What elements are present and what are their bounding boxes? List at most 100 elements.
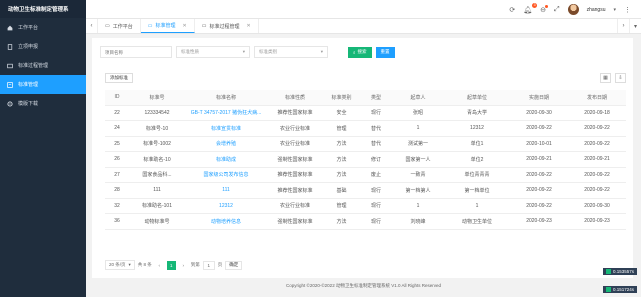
standard-name-link[interactable]: 标准宣贯标准 <box>185 120 267 137</box>
lock-icon[interactable]: ⊖ <box>540 4 548 14</box>
columns-icon[interactable]: ▦ <box>600 73 611 83</box>
tab-standard-management[interactable]: ▭ 标准管理 ✕ <box>140 19 195 33</box>
tab-process-management[interactable]: ▭ 标准过程管理 ✕ <box>195 19 259 33</box>
avatar[interactable] <box>567 4 579 15</box>
project-name-input[interactable] <box>100 46 172 58</box>
table-cell: 2020-09-30 <box>568 198 626 214</box>
column-header[interactable]: 标准名称 <box>185 90 267 106</box>
table-cell: 单位1 <box>444 136 510 152</box>
search-icon: ⌕ <box>353 49 356 55</box>
column-header[interactable]: 标准性质 <box>267 90 323 106</box>
column-header[interactable]: ID <box>105 90 129 106</box>
table-cell: 动物卫生单位 <box>444 213 510 230</box>
category-select[interactable]: 标准类别 ▾ <box>254 46 328 58</box>
sidebar-item-template-download[interactable]: 模版下载 <box>0 94 86 113</box>
user-name[interactable]: zhangsu <box>587 7 606 13</box>
table-cell: 国家第一人 <box>392 151 444 168</box>
table-body: 22 123334542 GB-T 34757-2017 猪伪狂犬病... 推荐性国家… <box>105 105 626 230</box>
monitor-icon: ▭ <box>147 22 153 29</box>
standard-name-link[interactable]: 国家级公司发布信息 <box>185 167 267 183</box>
table-cell: 2020-09-22 <box>510 167 568 183</box>
tab-scroll-right-button[interactable]: › <box>617 19 629 33</box>
more-icon[interactable]: ⋮ <box>624 6 631 14</box>
nature-select[interactable]: 标准性质 ▾ <box>176 46 250 58</box>
close-icon[interactable]: ✕ <box>183 23 187 29</box>
table-cell: 管理 <box>323 120 360 137</box>
tab-label: 标准过程管理 <box>209 23 240 30</box>
standard-name-link[interactable]: 动物培养信息 <box>185 213 267 230</box>
goto-label: 到第 <box>190 262 200 267</box>
column-header[interactable]: 类型 <box>360 90 392 106</box>
file-icon <box>7 43 13 50</box>
sidebar-item-label: 工作平台 <box>18 25 39 31</box>
tab-workbench[interactable]: ▭ 工作平台 <box>98 19 141 33</box>
standard-name-link[interactable]: 标准助成 <box>185 151 267 168</box>
column-header[interactable]: 发布日期 <box>568 90 626 106</box>
tab-menu-button[interactable]: ▾ <box>629 19 641 33</box>
tab-label: 标准管理 <box>155 23 176 29</box>
table-row[interactable]: 26 标准助名-10 标准助成 强制性国家标准 方法 修订 国家第一人 单位2 2020-09-… <box>105 151 626 168</box>
table-row[interactable]: 24 标准号-10 标准宣贯标准 农业行业标准 管理 替代 1 12312 2020-09-22… <box>105 120 626 137</box>
column-header[interactable]: 起草人 <box>392 90 444 106</box>
export-icon[interactable]: ⇩ <box>615 73 626 83</box>
table-cell: 一致青 <box>392 167 444 183</box>
table-cell: 1 <box>444 198 510 214</box>
standard-name-link[interactable]: 12312 <box>185 198 267 214</box>
prev-page-button[interactable]: ‹ <box>155 261 164 270</box>
table-row[interactable]: 27 国家食品科... 国家级公司发布信息 推荐性国家标准 方法 废止 一致青 单位青青青 20… <box>105 167 626 183</box>
table-cell: 111 <box>129 182 185 199</box>
page-size-select[interactable]: 20 条/页 ▾ <box>105 260 135 270</box>
table-row[interactable]: 28 111 111 推荐性国家标准 基础 现行 第一档第人 第一档单位 2020-09-22 2… <box>105 182 626 199</box>
table-row[interactable]: 22 123334542 GB-T 34757-2017 猪伪狂犬病... 推荐性国家… <box>105 105 626 121</box>
select-placeholder: 标准性质 <box>181 49 199 54</box>
chevron-down-icon[interactable]: ▾ <box>613 7 616 13</box>
table-cell: 123334542 <box>129 105 185 121</box>
gear-icon <box>7 100 13 107</box>
table-cell: 推荐性国家标准 <box>267 167 323 183</box>
chevron-down-icon: ▾ <box>128 262 131 267</box>
column-header[interactable]: 实施日期 <box>510 90 568 106</box>
table-cell: 1 <box>392 120 444 137</box>
table-row[interactable]: 36 动物标准号 动物培养信息 强制性国家标准 方法 现行 刘晓峰 动物卫生单位 2020-09… <box>105 213 626 230</box>
table-cell: 标准号-1002 <box>129 136 185 152</box>
app-title: 动物卫生标准制定管理系 <box>0 0 86 18</box>
table-cell: 农业行业标准 <box>267 198 323 214</box>
filter-bar: 标准性质 ▾ 标准类别 ▾ ⌕ 搜索 重置 <box>100 46 395 58</box>
sidebar-item-label: 模版下载 <box>18 101 39 107</box>
column-header[interactable]: 起草单位 <box>444 90 510 106</box>
sidebar-item-project-apply[interactable]: 立项申报 <box>0 37 86 56</box>
tab-scroll-left-button[interactable]: ‹ <box>86 19 98 33</box>
next-page-button[interactable]: › <box>179 261 188 270</box>
search-button[interactable]: ⌕ 搜索 <box>348 46 372 58</box>
debug-timer[interactable]: 0.153557s <box>602 268 637 275</box>
table-cell: 废止 <box>360 167 392 183</box>
table-cell: 标准号-10 <box>129 120 185 137</box>
bell-icon[interactable]: 🔔︎ 3 <box>523 2 538 14</box>
standard-name-link[interactable]: GB-T 34757-2017 猪伪狂犬病... <box>185 105 267 121</box>
table-cell: 基础 <box>323 182 360 199</box>
table-cell: 动物标准号 <box>129 213 185 230</box>
table-cell: 2020-09-18 <box>568 105 626 121</box>
sidebar-item-standard-management[interactable]: 标准管理 <box>0 75 86 94</box>
table-row[interactable]: 25 标准号-1002 会增养殖 农业行业标准 方法 替代 测试第一 单位1 2020-10-0… <box>105 136 626 152</box>
goto-page-input[interactable]: 1 <box>202 260 215 270</box>
standard-name-link[interactable]: 会增养殖 <box>185 136 267 152</box>
refresh-icon[interactable]: ⟳ <box>509 6 515 14</box>
reset-button[interactable]: 重置 <box>375 46 395 58</box>
table-row[interactable]: 32 标准助名-101 12312 农业行业标准 管理 现行 1 1 2020-09-22 202… <box>105 198 626 214</box>
column-header[interactable]: 标准号 <box>129 90 185 106</box>
fullscreen-icon[interactable]: ⤢ <box>554 6 560 14</box>
page-number[interactable]: 1 <box>166 260 176 270</box>
timer-icon <box>605 269 611 274</box>
close-icon[interactable]: ✕ <box>246 23 250 29</box>
standard-name-link[interactable]: 111 <box>185 182 267 199</box>
add-standard-button[interactable]: 添加标准 <box>105 73 133 83</box>
timer-value: 0.151724s <box>612 287 634 292</box>
goto-confirm-button[interactable]: 确定 <box>225 260 243 270</box>
column-header[interactable]: 标准类别 <box>323 90 360 106</box>
table-cell: 方法 <box>323 151 360 168</box>
debug-timer[interactable]: 0.151724s <box>602 286 637 293</box>
page-size-value: 20 条/页 <box>109 262 126 267</box>
sidebar-item-workbench[interactable]: 工作平台 <box>0 18 86 37</box>
sidebar-item-process-management[interactable]: 标准过程管理 <box>0 56 86 75</box>
